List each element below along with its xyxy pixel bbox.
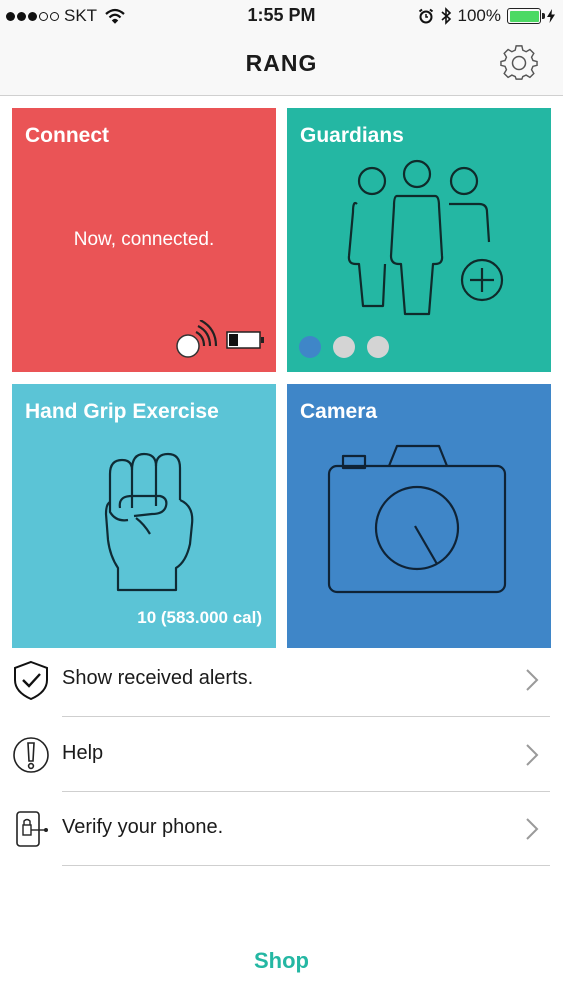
chevron-right-icon [526, 744, 539, 766]
shield-check-icon [14, 660, 48, 700]
divider [62, 716, 550, 717]
nav-bar: RANG [0, 32, 563, 96]
divider [62, 865, 550, 866]
connection-status: Now, connected. [73, 229, 215, 250]
grip-count: 10 (583.000 cal) [137, 608, 262, 627]
people-add-icon [347, 159, 504, 316]
list-item-alerts[interactable]: Show received alerts. [0, 643, 563, 717]
battery-icon [507, 8, 545, 24]
chevron-right-icon [526, 669, 539, 691]
battery-low-icon [226, 331, 264, 349]
bluetooth-device-signal-icon [176, 320, 218, 358]
phone-verify-icon [16, 811, 48, 847]
app-title: RANG [245, 50, 318, 76]
list-label-verify: Verify your phone. [62, 816, 224, 838]
list-item-help[interactable]: Help [0, 718, 563, 792]
pager-dot-2[interactable] [333, 336, 355, 358]
bluetooth-icon [440, 7, 451, 25]
camera-icon [327, 444, 507, 594]
alarm-icon [418, 8, 433, 24]
camera-tile[interactable]: Camera [287, 384, 551, 648]
shop-link[interactable]: Shop [0, 948, 563, 974]
battery-percent: 100% [457, 6, 501, 25]
list-label-alerts: Show received alerts. [62, 667, 254, 689]
charging-icon [547, 9, 555, 23]
guardian-pager[interactable] [299, 336, 389, 358]
camera-title: Camera [300, 400, 378, 423]
list-item-verify[interactable]: Verify your phone. [0, 792, 563, 866]
pager-dot-1[interactable] [299, 336, 321, 358]
status-bar: SKT 1:55 PM 100% [0, 0, 563, 32]
guardians-tile[interactable]: Guardians [287, 108, 551, 372]
chevron-right-icon [526, 818, 539, 840]
list-label-help: Help [62, 742, 104, 764]
pager-dot-3[interactable] [367, 336, 389, 358]
exclamation-circle-icon [13, 737, 49, 773]
hand-grip-title: Hand Grip Exercise [25, 400, 219, 423]
fist-icon [104, 452, 194, 592]
status-right: 100% [418, 6, 555, 26]
connect-tile[interactable]: Connect Now, connected. [12, 108, 276, 372]
connect-title: Connect [25, 124, 109, 147]
hand-grip-tile[interactable]: Hand Grip Exercise 10 (583.000 cal) [12, 384, 276, 648]
gear-icon[interactable] [500, 44, 538, 82]
guardians-title: Guardians [300, 124, 404, 147]
